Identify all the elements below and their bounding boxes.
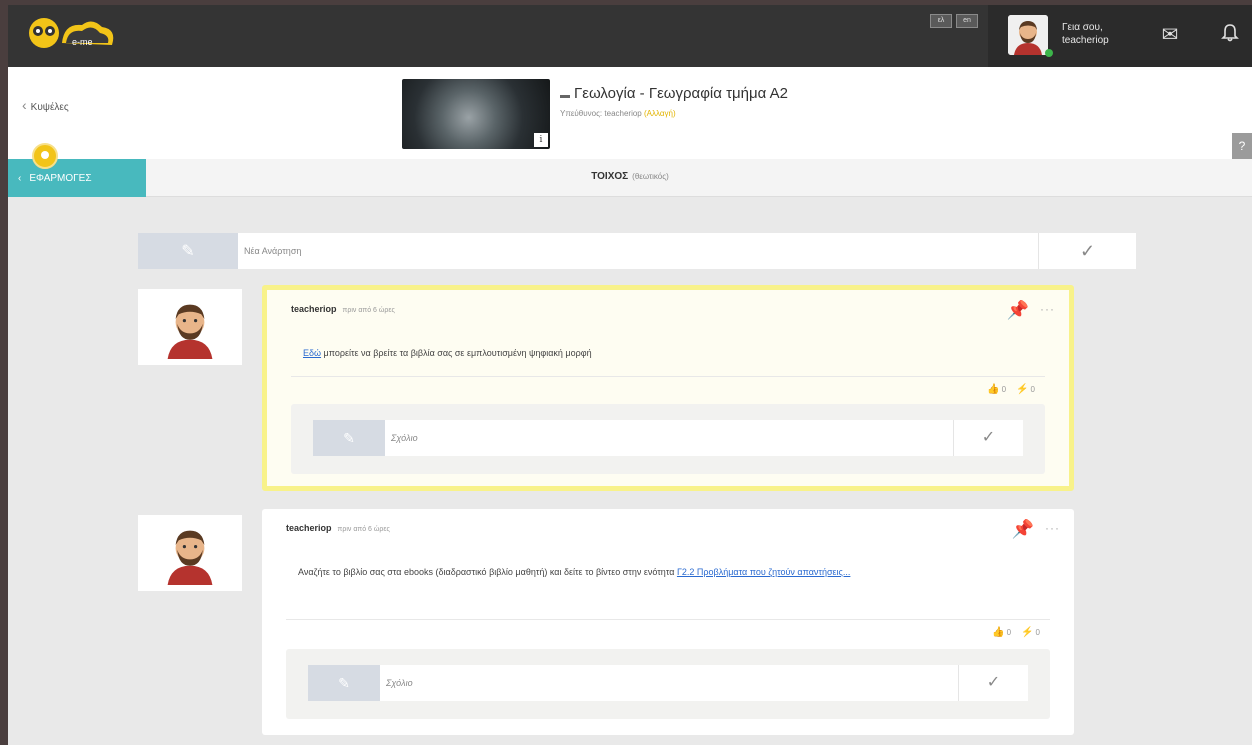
post-link[interactable]: Εδώ — [303, 348, 321, 358]
pin-icon[interactable]: 📌 — [1007, 300, 1029, 321]
course-header: ‹ Κυψέλες i ▬ Γεωλογία - Γεωγραφία τμήμα Α… — [8, 67, 1252, 189]
comment-box: ✎ Σχόλιο ✓ — [291, 404, 1045, 474]
shares-count: 0 — [1030, 385, 1035, 394]
online-status-dot — [1045, 49, 1053, 57]
bolt-icon: ⚡ — [1021, 627, 1034, 638]
post-text: μπορείτε να βρείτε τα βιβλία σας σε εμπλ… — [321, 348, 592, 358]
post-body: Εδώ μπορείτε να βρείτε τα βιβλία σας σε … — [303, 344, 903, 362]
post-author: teacheriop πριν από 6 ώρες — [291, 304, 395, 314]
comment-edit-icon[interactable]: ✎ — [308, 665, 380, 701]
user-avatar[interactable] — [1008, 15, 1048, 55]
pin-icon[interactable]: 📌 — [1012, 519, 1034, 540]
avatar-icon — [167, 530, 213, 585]
post-time: πριν από 6 ώρες — [342, 307, 395, 314]
comment-row: ✎ Σχόλιο ✓ — [313, 420, 1023, 456]
post-reactions: 👍 0 ⚡ 0 — [987, 384, 1035, 395]
shares-count: 0 — [1035, 628, 1040, 637]
post-text: Αναζήτε το βιβλίο σας στα ebooks (διαδρα… — [298, 567, 677, 577]
info-icon[interactable]: i — [534, 133, 548, 147]
bell-icon[interactable] — [1218, 23, 1242, 47]
comment-row: ✎ Σχόλιο ✓ — [308, 665, 1028, 701]
help-icon[interactable]: ? — [1232, 133, 1252, 159]
post-author-name: teacheriop — [286, 523, 332, 533]
bolt-icon: ⚡ — [1016, 384, 1029, 395]
post-author-avatar[interactable] — [138, 515, 242, 591]
wall-title-text: ΤΟΙΧΟΣ — [591, 171, 629, 182]
more-options-icon[interactable]: ··· — [1040, 302, 1055, 316]
wall-subtitle: (θεωτικός) — [632, 172, 669, 181]
post-time: πριν από 6 ώρες — [337, 526, 390, 533]
app-frame: e-me ελ en Γεια σου, teacheriop ✉ ‹ Κυψέλ… — [8, 5, 1252, 745]
comment-input[interactable]: Σχόλιο — [385, 420, 953, 456]
lang-el-button[interactable]: ελ — [930, 14, 952, 28]
change-owner-link[interactable]: (Αλλαγή) — [644, 109, 676, 118]
comment-input[interactable]: Σχόλιο — [380, 665, 958, 701]
post-author: teacheriop πριν από 6 ώρες — [286, 523, 390, 533]
likes-count: 0 — [1001, 385, 1007, 394]
top-bar: e-me ελ en Γεια σου, teacheriop ✉ — [8, 5, 1252, 67]
post-divider — [291, 376, 1045, 377]
post: teacheriop πριν από 6 ώρες 📌 ··· Αναζήτε … — [262, 509, 1074, 735]
wall-title: ΤΟΙΧΟΣ (θεωτικός) — [8, 171, 1252, 182]
apps-bar: ‹ ΕΦΑΡΜΟΓΕΣ ΤΟΙΧΟΣ (θεωτικός) — [8, 159, 1252, 197]
shares[interactable]: ⚡ 0 — [1016, 384, 1035, 395]
comment-edit-icon[interactable]: ✎ — [313, 420, 385, 456]
likes-count: 0 — [1006, 628, 1012, 637]
logo-text: e-me — [72, 37, 93, 47]
post-divider — [286, 619, 1050, 620]
post-reactions: 👍 0 ⚡ 0 — [992, 627, 1040, 638]
post-author-name: teacheriop — [291, 304, 337, 314]
post-link[interactable]: Γ2.2 Προβλήματα που ζητούν απαντήσεις... — [677, 567, 850, 577]
course-owner: Υπεύθυνος: teacheriop (Αλλαγή) — [560, 109, 676, 118]
likes[interactable]: 👍 0 — [992, 627, 1011, 638]
post-pinned: teacheriop πριν από 6 ώρες 📌 ··· Εδώ μπορ… — [262, 285, 1074, 491]
chevron-left-icon: ‹ — [22, 97, 27, 113]
apps-badge-icon — [32, 143, 58, 169]
post-author-avatar[interactable] — [138, 289, 242, 365]
back-to-hives-link[interactable]: ‹ Κυψέλες — [22, 97, 69, 113]
owner-prefix: Υπεύθυνος: — [560, 109, 603, 118]
mail-icon[interactable]: ✉ — [1158, 23, 1182, 47]
comment-box: ✎ Σχόλιο ✓ — [286, 649, 1050, 719]
course-cover-image: i — [402, 79, 550, 149]
new-post-input[interactable]: Νέα Ανάρτηση — [238, 233, 1038, 269]
course-title-text: Γεωλογία - Γεωγραφία τμήμα Α2 — [574, 85, 788, 102]
shares[interactable]: ⚡ 0 — [1021, 627, 1040, 638]
like-icon: 👍 — [987, 384, 1000, 395]
likes[interactable]: 👍 0 — [987, 384, 1006, 395]
like-icon: 👍 — [992, 627, 1005, 638]
submit-comment-button[interactable]: ✓ — [958, 665, 1028, 701]
compose-edit-icon[interactable]: ✎ — [138, 233, 238, 269]
more-options-icon[interactable]: ··· — [1045, 521, 1060, 535]
avatar-icon — [1008, 15, 1048, 55]
submit-comment-button[interactable]: ✓ — [953, 420, 1023, 456]
lock-icon: ▬ — [560, 90, 570, 101]
course-title: ▬ Γεωλογία - Γεωγραφία τμήμα Α2 — [560, 85, 788, 102]
greeting-line1: Γεια σου, — [1062, 22, 1103, 33]
e-me-logo[interactable]: e-me — [22, 13, 122, 57]
post-body: Αναζήτε το βιβλίο σας στα ebooks (διαδρα… — [298, 563, 898, 581]
owner-name: teacheriop — [604, 109, 642, 118]
lang-en-button[interactable]: en — [956, 14, 978, 28]
user-greeting[interactable]: Γεια σου, teacheriop — [1062, 21, 1109, 47]
greeting-username: teacheriop — [1062, 35, 1109, 46]
avatar-icon — [167, 304, 213, 359]
submit-post-button[interactable]: ✓ — [1038, 233, 1136, 269]
new-post-bar: ✎ Νέα Ανάρτηση ✓ — [138, 233, 1136, 269]
back-label: Κυψέλες — [30, 102, 69, 113]
